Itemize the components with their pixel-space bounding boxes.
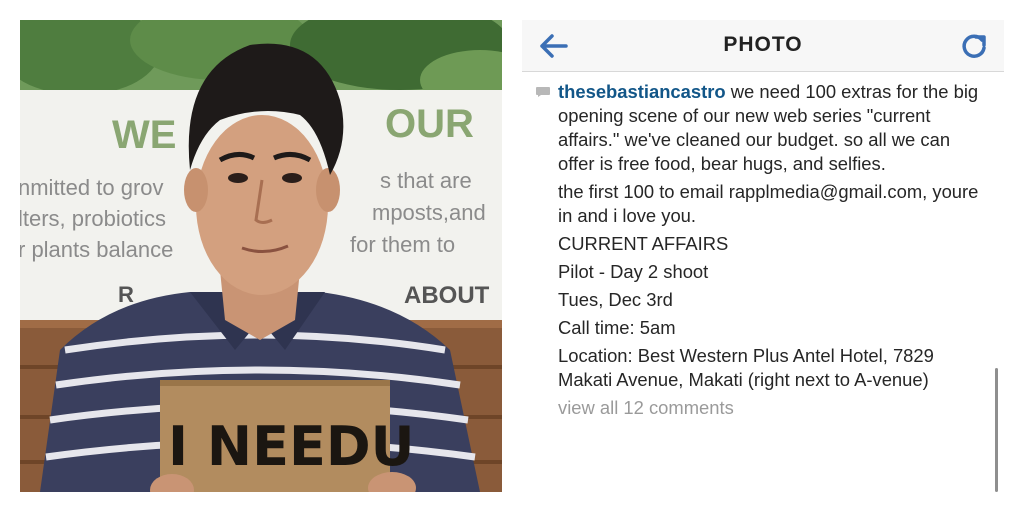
caption-line: CURRENT AFFAIRS (558, 233, 729, 254)
poster-text-right-1: s that are (380, 168, 472, 193)
caption-line: Call time: 5am (558, 317, 676, 338)
scrollbar[interactable] (995, 368, 998, 492)
comment-bubble-icon (536, 87, 550, 97)
poster-text-left-3: r plants balance (20, 237, 173, 262)
poster-bottom-right: ABOUT (404, 282, 490, 309)
page-title: PHOTO (723, 33, 803, 56)
poster-text-left-1: nmitted to grov (20, 175, 164, 200)
post-caption: thesebastiancastro we need 100 extras fo… (558, 80, 990, 420)
post-photo: WE OUR nmitted to grov lters, probiotics… (20, 20, 502, 492)
caption-line: Tues, Dec 3rd (558, 289, 673, 310)
instagram-post-panel: PHOTO thesebastiancastro we need 100 ext… (522, 20, 1004, 492)
caption-line: Location: Best Western Plus Antel Hotel,… (558, 345, 934, 390)
caption-line: Pilot - Day 2 shoot (558, 261, 709, 282)
username-link[interactable]: thesebastiancastro (558, 81, 726, 102)
refresh-button[interactable] (956, 28, 992, 64)
caption-line: the first 100 to email rapplmedia@gmail.… (558, 181, 979, 226)
sign-text: I NEEDU (168, 415, 415, 478)
view-all-comments-link[interactable]: view all 12 comments (558, 396, 990, 420)
top-nav-bar: PHOTO (522, 20, 1004, 72)
poster-text-left-2: lters, probiotics (20, 206, 166, 231)
refresh-icon (962, 34, 986, 58)
poster-heading-right: OUR (385, 102, 474, 146)
poster-heading-left: WE (112, 113, 176, 157)
poster-bottom-left: R (118, 282, 134, 307)
poster-text-right-2: mposts,and (372, 200, 486, 225)
poster-text-right-3: for them to (350, 232, 455, 257)
caption-first-paragraph: thesebastiancastro we need 100 extras fo… (558, 80, 990, 176)
